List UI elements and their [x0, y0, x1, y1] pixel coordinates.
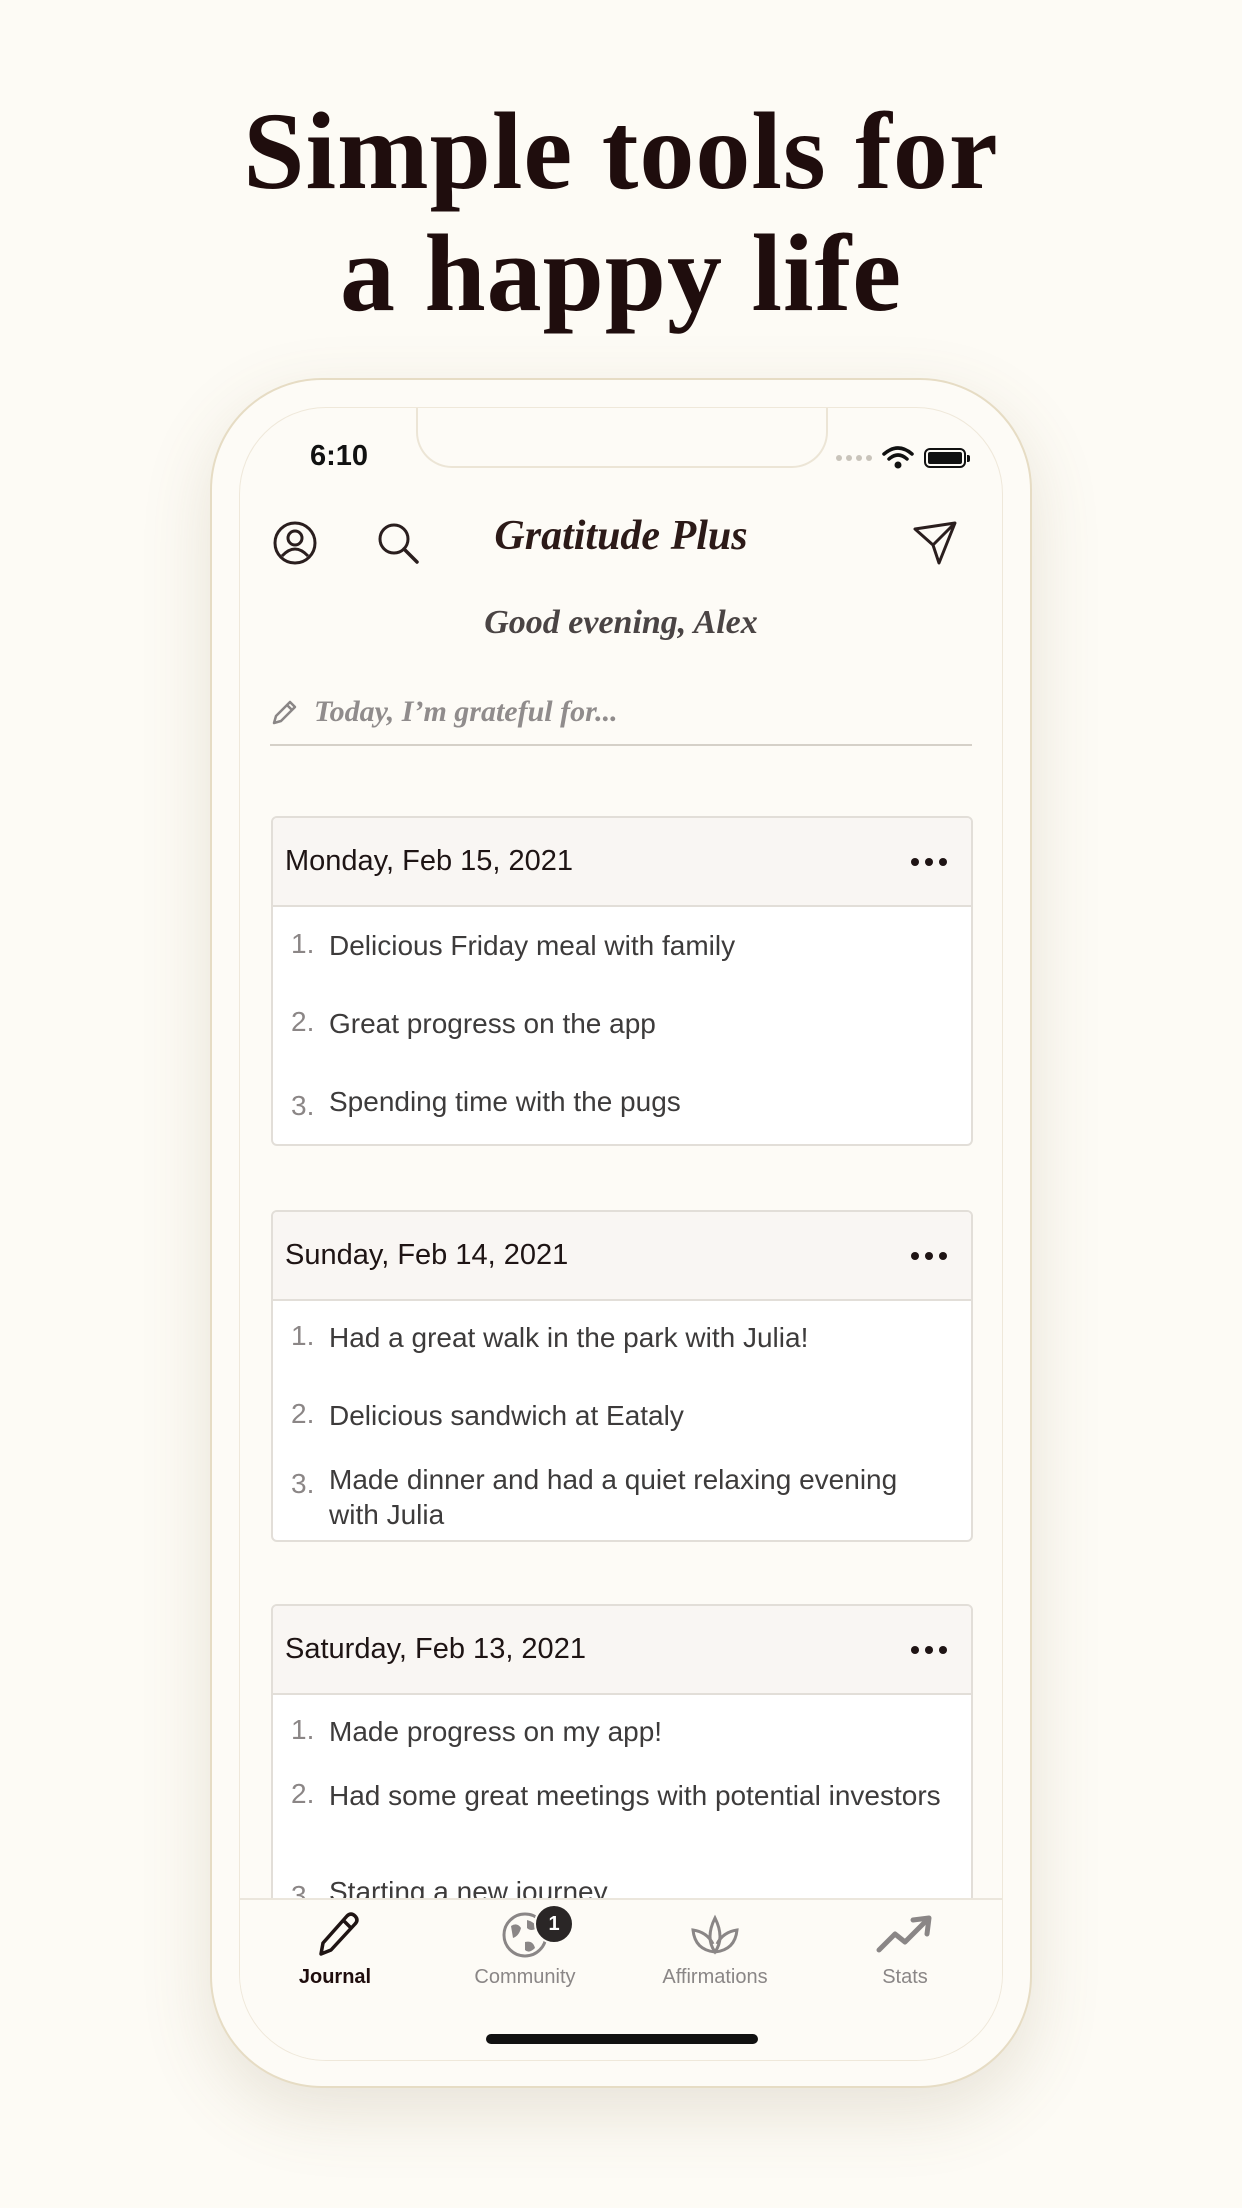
pencil-icon — [319, 1912, 359, 1956]
tab-label: Stats — [882, 1966, 928, 1988]
tab-stats[interactable]: Stats — [810, 1908, 1000, 2008]
item-text: Had a great walk in the park with Julia! — [329, 1322, 809, 1353]
headline-line-2: a happy life — [339, 212, 903, 334]
item-text: Delicious Friday meal with family — [329, 930, 736, 961]
gratitude-input[interactable]: Today, I’m grateful for... — [270, 680, 972, 746]
lotus-icon — [691, 1914, 739, 1955]
tab-label: Community — [474, 1966, 576, 1988]
entry-date: Monday, Feb 15, 2021 — [285, 845, 574, 877]
item-number: 3. — [291, 1090, 315, 1121]
home-indicator — [486, 2034, 758, 2044]
marketing-headline: Simple tools for a happy life — [0, 90, 1242, 334]
entry-header: Monday, Feb 15, 2021 — [273, 818, 971, 907]
item-text: Spending time with the pugs — [329, 1086, 681, 1117]
gratitude-input-placeholder: Today, I’m grateful for... — [314, 695, 618, 728]
item-number: 2. — [291, 1006, 315, 1037]
journal-entry-card: Saturday, Feb 13, 2021 1. Made progress … — [271, 1604, 973, 1944]
entry-header: Saturday, Feb 13, 2021 — [273, 1606, 971, 1695]
item-text: Made dinner and had a quiet relaxing eve… — [329, 1464, 898, 1530]
item-number: 1. — [291, 928, 315, 959]
item-number: 2. — [291, 1398, 315, 1429]
tab-bar: Journal 1 Community Affirmations Stats — [240, 1898, 1002, 2060]
tab-journal[interactable]: Journal — [240, 1908, 430, 2008]
journal-entry-card: Monday, Feb 15, 2021 1. Delicious Friday… — [271, 816, 973, 1146]
pencil-icon — [272, 700, 297, 725]
entry-date: Saturday, Feb 13, 2021 — [285, 1633, 586, 1665]
phone-notch — [416, 408, 828, 468]
more-options-button[interactable] — [899, 1236, 959, 1276]
greeting: Good evening, Alex — [484, 604, 758, 641]
entry-date: Sunday, Feb 14, 2021 — [285, 1239, 569, 1271]
send-icon — [913, 521, 957, 565]
status-time: 6:10 — [310, 440, 369, 472]
status-icons — [836, 446, 970, 470]
item-number: 2. — [291, 1778, 315, 1809]
tab-affirmations[interactable]: Affirmations — [620, 1908, 810, 2008]
tab-label: Journal — [298, 1966, 372, 1988]
item-text: Delicious sandwich at Eataly — [329, 1400, 684, 1431]
item-text: Made progress on my app! — [329, 1716, 663, 1747]
item-number: 1. — [291, 1714, 315, 1745]
send-button[interactable] — [910, 518, 960, 568]
phone-screen: 6:10 Gratitude Plus Good evening, Alex T… — [240, 408, 1002, 2060]
tab-community[interactable]: 1 Community — [430, 1904, 620, 2008]
trend-up-icon — [876, 1915, 932, 1953]
battery-icon — [924, 448, 970, 468]
item-number: 1. — [291, 1320, 315, 1351]
headline-line-1: Simple tools for — [243, 90, 999, 212]
app-title: Gratitude Plus — [494, 513, 748, 559]
more-options-button[interactable] — [899, 842, 959, 882]
cellular-signal-icon — [836, 455, 872, 461]
wifi-icon — [882, 446, 914, 469]
notification-badge: 1 — [534, 1904, 574, 1944]
item-number: 3. — [291, 1468, 315, 1499]
tab-label: Affirmations — [662, 1966, 768, 1988]
entry-header: Sunday, Feb 14, 2021 — [273, 1212, 971, 1301]
item-text: Had some great meetings with potential i… — [329, 1780, 941, 1811]
more-options-button[interactable] — [899, 1630, 959, 1670]
item-text: Great progress on the app — [329, 1008, 656, 1039]
journal-entry-card: Sunday, Feb 14, 2021 1. Had a great walk… — [271, 1210, 973, 1542]
